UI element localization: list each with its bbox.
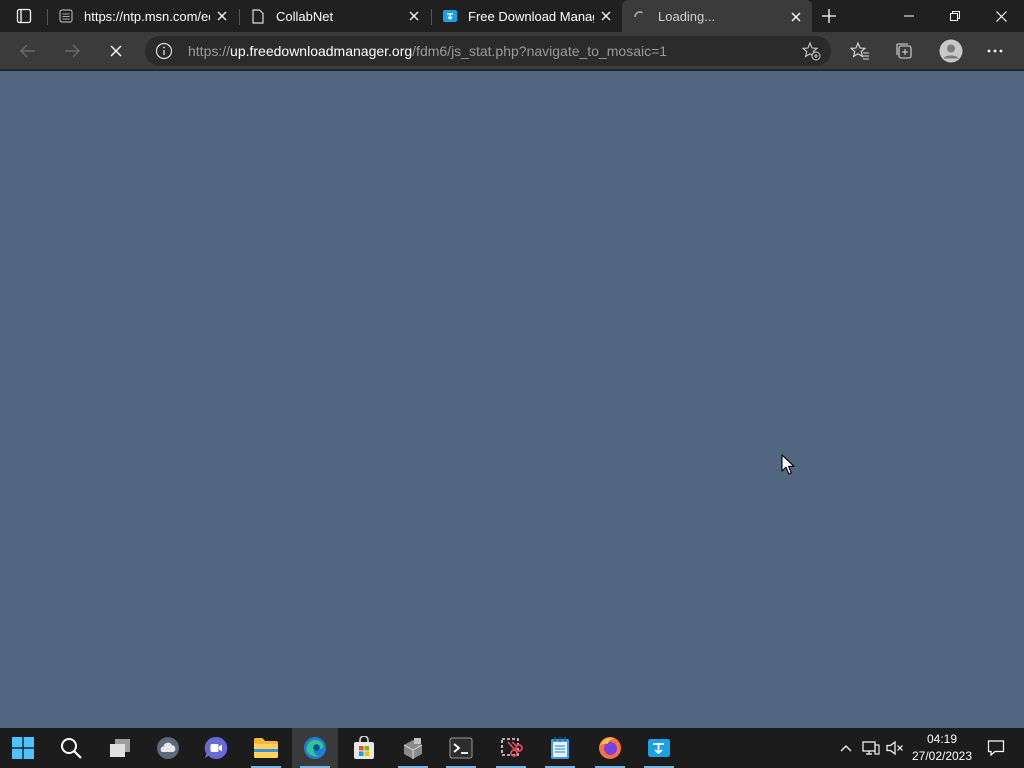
volume-button[interactable] bbox=[884, 728, 906, 768]
stop-loading-button[interactable] bbox=[100, 35, 132, 67]
back-arrow-icon bbox=[20, 44, 35, 58]
notifications-button[interactable] bbox=[984, 728, 1008, 768]
url-prefix: https:// bbox=[188, 43, 231, 59]
windows-logo-icon bbox=[12, 737, 34, 759]
chevron-up-icon bbox=[840, 745, 852, 752]
browser-toolbar: https://up.freedownloadmanager.org/fdm6/… bbox=[0, 32, 1024, 70]
plus-icon bbox=[822, 9, 836, 23]
search-button[interactable] bbox=[48, 728, 94, 768]
notepad-icon bbox=[551, 737, 569, 759]
close-tab-icon[interactable] bbox=[210, 4, 234, 28]
msn-icon bbox=[58, 8, 74, 24]
taskbar: 04:19 27/02/2023 bbox=[0, 728, 1024, 768]
tab-msn[interactable]: https://ntp.msn.com/ed bbox=[48, 0, 238, 32]
close-tab-icon[interactable] bbox=[784, 5, 808, 29]
store-icon bbox=[354, 736, 374, 759]
network-button[interactable] bbox=[860, 728, 882, 768]
profile-button[interactable] bbox=[937, 37, 965, 65]
stop-icon bbox=[110, 45, 122, 57]
start-button[interactable] bbox=[0, 728, 46, 768]
settings-menu-button[interactable] bbox=[983, 39, 1007, 63]
task-view-icon bbox=[110, 739, 130, 757]
collections-icon bbox=[896, 43, 912, 59]
fdm-button[interactable] bbox=[636, 728, 682, 768]
minimize-button[interactable] bbox=[886, 0, 932, 32]
site-info-icon[interactable] bbox=[155, 42, 173, 60]
favorites-icon bbox=[850, 41, 869, 60]
restore-icon bbox=[950, 11, 960, 21]
url-host: up.freedownloadmanager.org bbox=[230, 43, 413, 59]
close-tab-icon[interactable] bbox=[402, 4, 426, 28]
snip-button[interactable] bbox=[488, 728, 534, 768]
tab-title: CollabNet bbox=[276, 8, 334, 24]
tab-actions-button[interactable] bbox=[8, 4, 40, 28]
edge-icon bbox=[304, 737, 326, 759]
clock-date: 27/02/2023 bbox=[911, 749, 973, 763]
snip-icon bbox=[501, 738, 523, 757]
avatar-icon bbox=[939, 39, 963, 63]
favorites-button[interactable] bbox=[848, 39, 872, 63]
forward-button[interactable] bbox=[56, 35, 88, 67]
page-icon bbox=[250, 8, 266, 24]
close-tab-icon[interactable] bbox=[594, 4, 618, 28]
tab-loading[interactable]: Loading... bbox=[622, 0, 812, 33]
forward-arrow-icon bbox=[65, 44, 80, 58]
tab-free-download-manager[interactable]: Free Download Manage bbox=[432, 0, 622, 32]
network-icon bbox=[862, 741, 880, 755]
url-path: /fdm6/js_stat.php?navigate_to_mosaic=1 bbox=[412, 43, 668, 59]
close-window-button[interactable] bbox=[978, 0, 1024, 32]
firefox-icon bbox=[599, 737, 621, 759]
tab-collabnet[interactable]: CollabNet bbox=[240, 0, 430, 32]
weather-icon bbox=[157, 737, 179, 759]
address-url[interactable]: https://up.freedownloadmanager.org/fdm6/… bbox=[188, 43, 667, 59]
volume-muted-icon bbox=[886, 740, 903, 756]
more-icon bbox=[987, 49, 1003, 53]
mouse-cursor-icon bbox=[781, 454, 795, 475]
title-bar: https://ntp.msn.com/ed CollabNet Free Do… bbox=[0, 0, 1024, 33]
tab-actions-icon bbox=[16, 8, 32, 24]
widgets-button[interactable] bbox=[145, 728, 191, 768]
collections-button[interactable] bbox=[892, 39, 916, 63]
clock[interactable]: 04:19 27/02/2023 bbox=[906, 731, 978, 765]
show-hidden-icons-button[interactable] bbox=[836, 728, 856, 768]
page-viewport[interactable] bbox=[0, 71, 1024, 728]
chat-button[interactable] bbox=[193, 728, 239, 768]
clock-time: 04:19 bbox=[926, 732, 958, 746]
store-button[interactable] bbox=[341, 728, 387, 768]
new-tab-button[interactable] bbox=[816, 3, 842, 29]
address-bar[interactable]: https://up.freedownloadmanager.org/fdm6/… bbox=[145, 36, 831, 66]
teams-chat-icon bbox=[204, 736, 228, 759]
fdm-icon bbox=[442, 8, 458, 24]
terminal-button[interactable] bbox=[438, 728, 484, 768]
add-favorite-icon[interactable] bbox=[801, 41, 821, 61]
notification-icon bbox=[987, 740, 1005, 757]
terminal-icon bbox=[449, 737, 473, 759]
search-icon bbox=[61, 738, 82, 759]
tab-title: Free Download Manage bbox=[468, 8, 594, 24]
tab-title: https://ntp.msn.com/ed bbox=[84, 8, 210, 24]
file-explorer-button[interactable] bbox=[243, 728, 289, 768]
folder-icon bbox=[254, 738, 278, 758]
back-button[interactable] bbox=[12, 35, 44, 67]
app-button[interactable] bbox=[390, 728, 436, 768]
package-icon bbox=[403, 738, 423, 759]
tab-title: Loading... bbox=[658, 9, 716, 24]
firefox-button[interactable] bbox=[587, 728, 633, 768]
task-view-button[interactable] bbox=[97, 728, 143, 768]
restore-button[interactable] bbox=[932, 0, 978, 32]
loading-spinner-icon bbox=[632, 9, 648, 25]
minimize-icon bbox=[904, 15, 914, 17]
notepad-button[interactable] bbox=[537, 728, 583, 768]
close-icon bbox=[995, 10, 1007, 22]
edge-button[interactable] bbox=[292, 728, 338, 768]
fdm-icon bbox=[648, 739, 670, 757]
